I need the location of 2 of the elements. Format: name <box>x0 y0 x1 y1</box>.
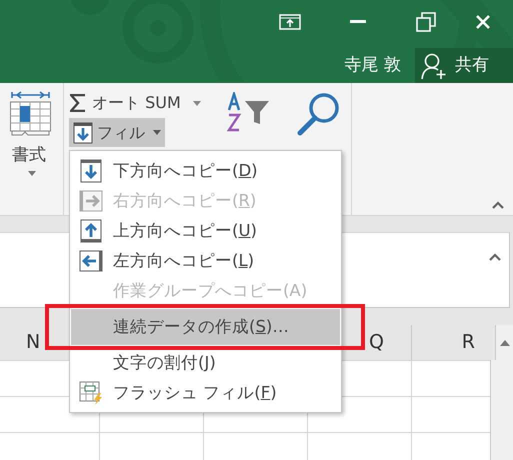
user-name: 寺尾 敦 <box>344 54 401 77</box>
format-label: 書式 <box>12 144 46 167</box>
